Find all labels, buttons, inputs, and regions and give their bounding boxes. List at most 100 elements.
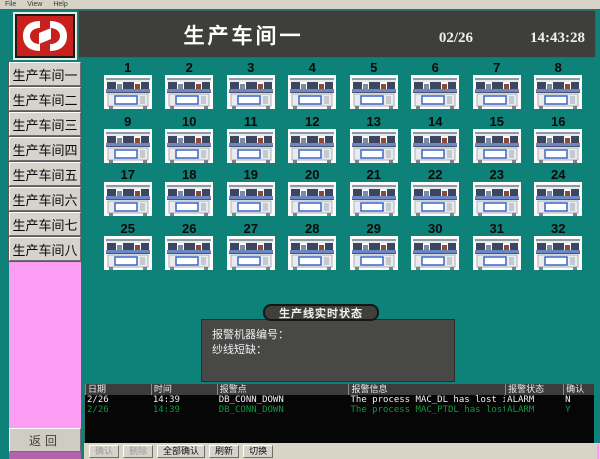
machine-10[interactable]: 10 (164, 114, 214, 168)
cell-message: The process MAC_PTDL has lost its .. (348, 405, 505, 415)
cell-time: 14:39 (151, 395, 217, 405)
sidebar-item-workshop-3[interactable]: 生产车间三 (9, 112, 81, 136)
machine-number: 8 (533, 60, 583, 75)
bottom-button-3[interactable]: 刷新 (209, 445, 239, 458)
back-button[interactable]: 返回 (9, 428, 81, 452)
machine-1[interactable]: 1 (103, 60, 153, 114)
machine-9[interactable]: 9 (103, 114, 153, 168)
bottom-button-2[interactable]: 全部确认 (157, 445, 205, 458)
machine-number: 6 (410, 60, 460, 75)
sidebar-item-workshop-2[interactable]: 生产车间二 (9, 87, 81, 111)
machine-21[interactable]: 21 (349, 167, 399, 221)
alarm-table-row[interactable]: 2/2614:39DB_CONN_DOWNThe process MAC_DL … (85, 395, 594, 405)
machine-4[interactable]: 4 (287, 60, 337, 114)
menu-file[interactable]: File (5, 1, 16, 8)
menu-help[interactable]: Help (53, 1, 67, 8)
machine-17[interactable]: 17 (103, 167, 153, 221)
machine-5[interactable]: 5 (349, 60, 399, 114)
machine-11[interactable]: 11 (226, 114, 276, 168)
machine-icon (349, 129, 399, 163)
machine-icon (349, 75, 399, 109)
machine-30[interactable]: 30 (410, 221, 460, 275)
bottom-button-1[interactable]: 删除 (123, 445, 153, 458)
machine-number: 1 (103, 60, 153, 75)
machine-icon (226, 129, 276, 163)
cell-date: 2/26 (85, 405, 151, 415)
column-header-0: 日期 (85, 384, 151, 395)
machine-icon (164, 182, 214, 216)
cell-status: ALARM (505, 405, 563, 415)
machine-13[interactable]: 13 (349, 114, 399, 168)
machine-19[interactable]: 19 (226, 167, 276, 221)
machine-22[interactable]: 22 (410, 167, 460, 221)
bottom-button-4[interactable]: 切换 (243, 445, 273, 458)
machine-15[interactable]: 15 (472, 114, 522, 168)
column-header-5: 确认 (563, 384, 594, 395)
sidebar-item-workshop-7[interactable]: 生产车间七 (9, 212, 81, 236)
machine-7[interactable]: 7 (472, 60, 522, 114)
machine-6[interactable]: 6 (410, 60, 460, 114)
machine-icon (103, 182, 153, 216)
machine-25[interactable]: 25 (103, 221, 153, 275)
machine-number: 24 (533, 167, 583, 182)
machine-icon (164, 129, 214, 163)
machine-27[interactable]: 27 (226, 221, 276, 275)
machine-23[interactable]: 23 (472, 167, 522, 221)
machine-number: 3 (226, 60, 276, 75)
cell-status: ALARM (505, 395, 563, 405)
alarm-table-row[interactable]: 2/2614:39DB_CONN_DOWNThe process MAC_PTD… (85, 405, 594, 415)
machine-29[interactable]: 29 (349, 221, 399, 275)
column-header-2: 报警点 (217, 384, 349, 395)
machine-icon (103, 75, 153, 109)
machine-icon (410, 182, 460, 216)
machine-icon (533, 236, 583, 270)
sidebar-item-workshop-1[interactable]: 生产车间一 (9, 62, 81, 86)
machine-2[interactable]: 2 (164, 60, 214, 114)
machine-icon (226, 75, 276, 109)
machine-icon (472, 129, 522, 163)
date-label: 02/26 (439, 30, 473, 47)
machine-icon (533, 182, 583, 216)
machine-icon (226, 182, 276, 216)
sidebar-item-workshop-8[interactable]: 生产车间八 (9, 237, 81, 261)
machine-grid: 1234567891011121314151617181920212223242… (97, 60, 589, 274)
alarm-table-header: 日期时间报警点报警信息报警状态确认 (85, 384, 594, 395)
machine-31[interactable]: 31 (472, 221, 522, 275)
machine-number: 30 (410, 221, 460, 236)
machine-14[interactable]: 14 (410, 114, 460, 168)
machine-24[interactable]: 24 (533, 167, 583, 221)
machine-26[interactable]: 26 (164, 221, 214, 275)
machine-16[interactable]: 16 (533, 114, 583, 168)
alarm-machine-line: 报警机器编号： (212, 328, 454, 343)
machine-number: 27 (226, 221, 276, 236)
machine-28[interactable]: 28 (287, 221, 337, 275)
machine-icon (287, 236, 337, 270)
machine-icon (287, 129, 337, 163)
machine-8[interactable]: 8 (533, 60, 583, 114)
machine-number: 22 (410, 167, 460, 182)
machine-number: 28 (287, 221, 337, 236)
machine-number: 15 (472, 114, 522, 129)
machine-icon (533, 75, 583, 109)
column-header-4: 报警状态 (505, 384, 563, 395)
machine-icon (164, 75, 214, 109)
machine-12[interactable]: 12 (287, 114, 337, 168)
machine-number: 9 (103, 114, 153, 129)
bottom-button-0[interactable]: 确认 (89, 445, 119, 458)
machine-32[interactable]: 32 (533, 221, 583, 275)
sidebar-item-workshop-6[interactable]: 生产车间六 (9, 187, 81, 211)
machine-number: 21 (349, 167, 399, 182)
cell-point: DB_CONN_DOWN (217, 405, 349, 415)
machine-icon (103, 129, 153, 163)
sidebar-item-workshop-4[interactable]: 生产车间四 (9, 137, 81, 161)
machine-number: 20 (287, 167, 337, 182)
machine-number: 2 (164, 60, 214, 75)
menu-view[interactable]: View (27, 1, 42, 8)
column-header-1: 时间 (151, 384, 217, 395)
machine-18[interactable]: 18 (164, 167, 214, 221)
machine-3[interactable]: 3 (226, 60, 276, 114)
yarn-shortage-line: 纱线短缺： (212, 343, 454, 358)
machine-20[interactable]: 20 (287, 167, 337, 221)
sidebar-item-workshop-5[interactable]: 生产车间五 (9, 162, 81, 186)
machine-number: 26 (164, 221, 214, 236)
